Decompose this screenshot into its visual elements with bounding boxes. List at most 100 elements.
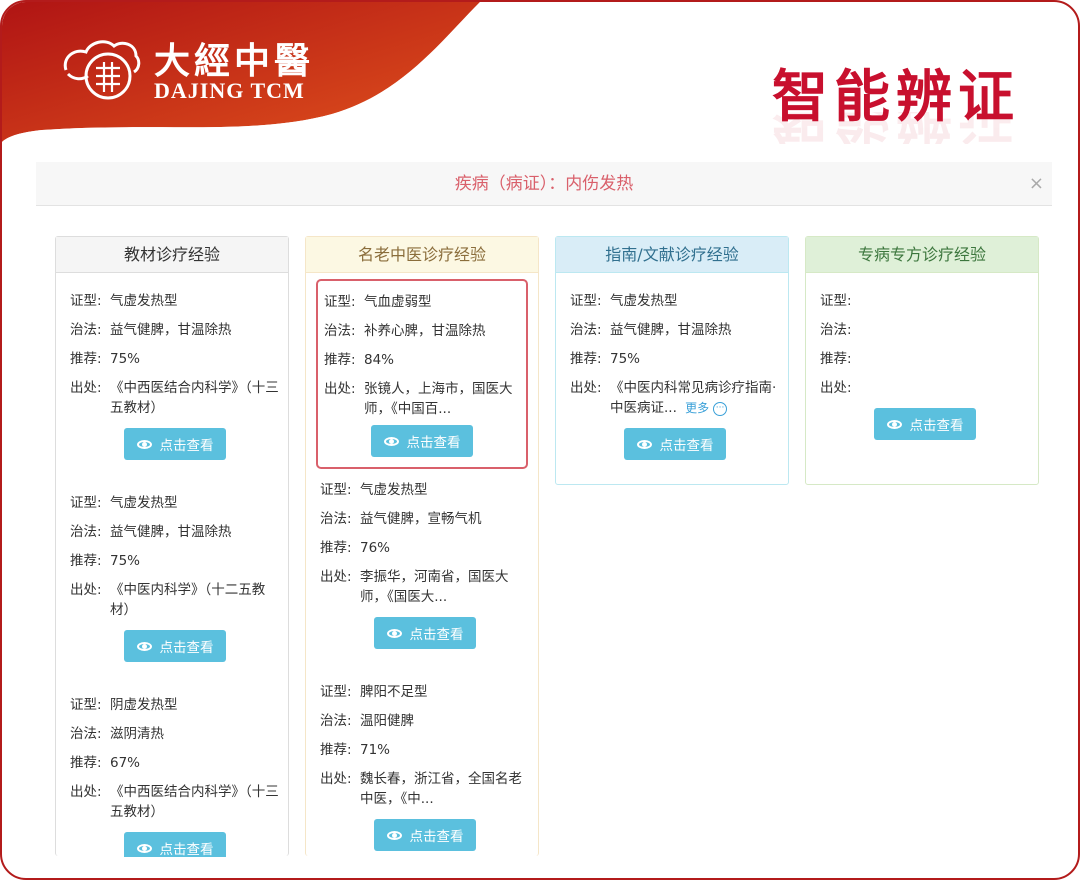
column-header: 指南/文献诊疗经验 <box>556 237 788 273</box>
list-item: 证型: 气虚发热型 治法: 益气健脾，甘温除热 推荐: 75% 出处: 《中医内科常见… <box>556 273 788 460</box>
zhengxing-value: 气虚发热型 <box>360 482 428 498</box>
zhengxing-label: 证型: <box>324 294 356 310</box>
chuchu-value: 魏长春，浙江省，全国名老中医，《中... <box>360 771 522 807</box>
chuchu-label: 出处: <box>70 784 102 800</box>
view-button-label: 点击查看 <box>409 829 464 845</box>
chuchu-value: 《中医内科常见病诊疗指南·中医病证... 更多 ··· <box>610 378 780 418</box>
tuijian-label: 推荐: <box>570 351 602 367</box>
view-button-label: 点击查看 <box>659 438 714 454</box>
chuchu-label: 出处: <box>320 569 352 585</box>
tuijian-label: 推荐: <box>70 755 102 771</box>
header-banner: 大經中醫 DAJING TCM 智能辨证 智能辨证 <box>2 2 1078 144</box>
chuchu-label: 出处: <box>820 380 852 396</box>
zhifa-label: 治法: <box>320 511 352 527</box>
column-header: 教材诊疗经验 <box>56 237 288 273</box>
zhifa-value: 益气健脾，宣畅气机 <box>360 511 482 527</box>
close-icon[interactable]: × <box>1029 162 1044 206</box>
chuchu-value <box>860 378 1030 398</box>
tuijian-label: 推荐: <box>320 540 352 556</box>
zhengxing-value: 气虚发热型 <box>110 293 178 309</box>
view-button-label: 点击查看 <box>159 640 214 656</box>
zhifa-value: 益气健脾，甘温除热 <box>610 322 732 338</box>
tuijian-label: 推荐: <box>70 351 102 367</box>
app-frame: 大經中醫 DAJING TCM 智能辨证 智能辨证 疾病（病证）：内伤发热 × … <box>0 0 1080 880</box>
ellipsis-circle-icon: ··· <box>713 401 728 416</box>
list-item: 证型: 气虚发热型 治法: 益气健脾，甘温除热 推荐: 75% 出处: 《中医内科学》（… <box>56 460 288 662</box>
highlighted-entry: 证型: 气血虚弱型 治法: 补养心脾，甘温除热 推荐: 84% 出处: 张镜人，上海市，… <box>316 279 528 469</box>
zhengxing-value: 气虚发热型 <box>110 495 178 511</box>
eye-icon <box>383 436 399 446</box>
zhifa-value: 益气健脾，甘温除热 <box>110 322 232 338</box>
view-button[interactable]: 点击查看 <box>624 428 726 460</box>
chuchu-value: 李振华，河南省，国医大师，《国医大... <box>360 569 509 605</box>
list-item: 证型: 阴虚发热型 治法: 滋阴清热 推荐: 67% 出处: 《中西医结合内科学》（十三… <box>56 662 288 857</box>
zhifa-label: 治法: <box>70 524 102 540</box>
zhengxing-label: 证型: <box>70 697 102 713</box>
zhengxing-label: 证型: <box>570 293 602 309</box>
zhengxing-value <box>860 291 1030 311</box>
tuijian-label: 推荐: <box>324 352 356 368</box>
zhengxing-value: 脾阳不足型 <box>360 684 428 700</box>
view-button[interactable]: 点击查看 <box>124 832 226 857</box>
view-button[interactable]: 点击查看 <box>371 425 473 457</box>
chuchu-label: 出处: <box>320 771 352 787</box>
column-header: 名老中医诊疗经验 <box>306 237 538 273</box>
list-item: 证型: 气血虚弱型 治法: 补养心脾，甘温除热 推荐: 84% 出处: 张镜人，上海市，… <box>318 292 526 457</box>
view-button[interactable]: 点击查看 <box>374 819 476 851</box>
column-special-prescription: 专病专方诊疗经验 证型: 治法: 推荐: 出处: 点击查看 <box>805 236 1039 485</box>
tuijian-value <box>860 349 1030 369</box>
column-textbook: 教材诊疗经验 证型: 气虚发热型 治法: 益气健脾，甘温除热 推荐: 75% 出处: 《… <box>55 236 289 857</box>
zhifa-label: 治法: <box>324 323 356 339</box>
chuchu-value: 《中西医结合内科学》（十三五教材） <box>110 784 279 820</box>
tuijian-value: 71% <box>360 742 391 758</box>
zhengxing-label: 证型: <box>70 293 102 309</box>
view-button[interactable]: 点击查看 <box>374 617 476 649</box>
zhengxing-label: 证型: <box>320 684 352 700</box>
disease-bar: 疾病（病证）：内伤发热 × <box>36 162 1052 206</box>
chuchu-value: 《中西医结合内科学》（十三五教材） <box>110 380 279 416</box>
tuijian-value: 75% <box>110 553 141 569</box>
zhengxing-label: 证型: <box>70 495 102 511</box>
eye-icon <box>386 628 402 638</box>
chuchu-value: 《中医内科学》（十二五教材） <box>110 582 266 618</box>
chuchu-label: 出处: <box>70 380 102 396</box>
eye-icon <box>136 843 152 853</box>
tuijian-label: 推荐: <box>320 742 352 758</box>
zhifa-value: 温阳健脾 <box>360 713 414 729</box>
more-label: 更多 <box>685 401 710 415</box>
view-button-label: 点击查看 <box>406 435 461 451</box>
tuijian-value: 75% <box>610 351 641 367</box>
chuchu-label: 出处: <box>324 381 356 397</box>
column-header: 专病专方诊疗经验 <box>806 237 1038 273</box>
view-button[interactable]: 点击查看 <box>874 408 976 440</box>
view-button-label: 点击查看 <box>159 438 214 454</box>
view-button[interactable]: 点击查看 <box>124 630 226 662</box>
zhengxing-value: 阴虚发热型 <box>110 697 178 713</box>
zhengxing-label: 证型: <box>820 293 852 309</box>
chuchu-value: 张镜人，上海市，国医大师，《中国百... <box>364 381 513 417</box>
zhifa-label: 治法: <box>570 322 602 338</box>
view-button-label: 点击查看 <box>409 627 464 643</box>
view-button-label: 点击查看 <box>909 418 964 434</box>
column-guideline: 指南/文献诊疗经验 证型: 气虚发热型 治法: 益气健脾，甘温除热 推荐: 75% 出… <box>555 236 789 485</box>
tuijian-value: 67% <box>110 755 141 771</box>
tuijian-value: 76% <box>360 540 391 556</box>
eye-icon <box>136 439 152 449</box>
chuchu-label: 出处: <box>70 582 102 598</box>
list-item: 证型: 脾阳不足型 治法: 温阳健脾 推荐: 71% 出处: 魏长春，浙江省，全国名老中… <box>306 649 538 851</box>
list-item: 证型: 气虚发热型 治法: 益气健脾，甘温除热 推荐: 75% 出处: 《中西医结合内科… <box>56 273 288 460</box>
zhifa-value: 益气健脾，甘温除热 <box>110 524 232 540</box>
zhifa-label: 治法: <box>70 726 102 742</box>
page-title-reflection: 智能辨证 <box>772 112 1020 144</box>
brand-name-en: DAJING TCM <box>154 78 305 103</box>
zhifa-value: 补养心脾，甘温除热 <box>364 323 486 339</box>
list-item: 证型: 治法: 推荐: 出处: 点击查看 <box>806 273 1038 440</box>
list-item: 证型: 气虚发热型 治法: 益气健脾，宣畅气机 推荐: 76% 出处: 李振华，河南省，… <box>306 469 538 649</box>
zhifa-label: 治法: <box>320 713 352 729</box>
more-link[interactable]: 更多 ··· <box>685 401 728 416</box>
zhifa-value: 滋阴清热 <box>110 726 164 742</box>
column-famous-doctor: 名老中医诊疗经验 证型: 气血虚弱型 治法: 补养心脾，甘温除热 推荐: 84% 出处… <box>305 236 539 856</box>
view-button-label: 点击查看 <box>159 842 214 857</box>
chuchu-label: 出处: <box>570 380 602 396</box>
view-button[interactable]: 点击查看 <box>124 428 226 460</box>
